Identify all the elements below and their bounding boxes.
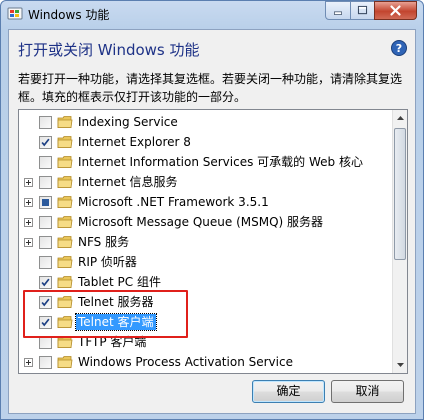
minimize-icon xyxy=(334,11,342,15)
feature-row[interactable]: RIP 侦听器 xyxy=(19,252,392,272)
feature-label: NFS 服务 xyxy=(78,235,130,249)
windows-features-dialog: Windows 功能 打开或关闭 Windows 功能 ? 若要打开一种功能，请… xyxy=(0,0,424,420)
feature-label: Internet Explorer 8 xyxy=(78,135,191,149)
folder-icon xyxy=(57,215,73,229)
feature-row[interactable]: Internet Information Services 可承载的 Web 核… xyxy=(19,152,392,172)
folder-icon xyxy=(57,255,73,269)
feature-row[interactable]: Indexing Service xyxy=(19,112,392,132)
title-bar[interactable]: Windows 功能 xyxy=(1,1,423,29)
instructions-text: 若要打开一种功能，请选择其复选框。若要关闭一种功能，请清除其复选框。填充的框表示… xyxy=(18,72,403,104)
feature-checkbox[interactable] xyxy=(39,196,52,209)
feature-label: Internet Information Services 可承载的 Web 核… xyxy=(78,155,363,169)
expand-plus-icon[interactable] xyxy=(24,178,33,187)
expand-plus-icon[interactable] xyxy=(24,218,33,227)
folder-icon xyxy=(57,175,73,189)
feature-checkbox[interactable] xyxy=(39,116,52,129)
minimize-button[interactable] xyxy=(325,1,351,20)
feature-label: Tablet PC 组件 xyxy=(78,275,161,289)
maximize-icon xyxy=(357,5,368,15)
feature-checkbox[interactable] xyxy=(39,356,52,369)
feature-label: RIP 侦听器 xyxy=(78,255,137,269)
scrollbar-thumb[interactable] xyxy=(394,128,406,260)
folder-icon xyxy=(57,135,73,149)
feature-label: Windows Process Activation Service xyxy=(78,355,293,369)
folder-icon xyxy=(57,115,73,129)
feature-checkbox[interactable] xyxy=(39,256,52,269)
scroll-down-icon[interactable] xyxy=(393,356,408,373)
feature-checkbox[interactable] xyxy=(39,216,52,229)
feature-checkbox[interactable] xyxy=(39,176,52,189)
close-button[interactable] xyxy=(374,1,417,20)
maximize-button[interactable] xyxy=(350,1,375,20)
feature-checkbox[interactable] xyxy=(39,276,52,289)
window-controls xyxy=(325,1,417,21)
feature-label: Microsoft Message Queue (MSMQ) 服务器 xyxy=(78,215,324,229)
feature-row[interactable]: Tablet PC 组件 xyxy=(19,272,392,292)
windows-features-icon xyxy=(7,7,23,20)
close-icon xyxy=(390,5,401,16)
svg-text:?: ? xyxy=(396,42,402,55)
expand-plus-icon[interactable] xyxy=(24,238,33,247)
feature-row[interactable]: Microsoft Message Queue (MSMQ) 服务器 xyxy=(19,212,392,232)
feature-checkbox[interactable] xyxy=(39,156,52,169)
feature-row[interactable]: Microsoft .NET Framework 3.5.1 xyxy=(19,192,392,212)
folder-icon xyxy=(57,275,73,289)
feature-checkbox[interactable] xyxy=(39,136,52,149)
scroll-up-icon[interactable] xyxy=(393,110,408,127)
dialog-body: 打开或关闭 Windows 功能 ? 若要打开一种功能，请选择其复选框。若要关闭… xyxy=(8,29,416,414)
feature-label: Indexing Service xyxy=(78,115,178,129)
feature-row[interactable]: Internet Explorer 8 xyxy=(19,132,392,152)
feature-row[interactable]: Internet 信息服务 xyxy=(19,172,392,192)
help-icon[interactable]: ? xyxy=(391,40,407,56)
feature-row[interactable]: Windows Process Activation Service xyxy=(19,352,392,372)
feature-label: Microsoft .NET Framework 3.5.1 xyxy=(78,195,269,209)
cancel-button[interactable]: 取消 xyxy=(331,380,404,403)
folder-icon xyxy=(57,195,73,209)
window-title: Windows 功能 xyxy=(28,8,110,22)
feature-checkbox[interactable] xyxy=(39,236,52,249)
expand-plus-icon[interactable] xyxy=(24,358,33,367)
page-title: 打开或关闭 Windows 功能 xyxy=(18,41,200,59)
folder-icon xyxy=(57,235,73,249)
annotation-highlight-box xyxy=(23,290,188,338)
feature-label: Internet 信息服务 xyxy=(78,175,178,189)
feature-row[interactable]: NFS 服务 xyxy=(19,232,392,252)
expand-plus-icon[interactable] xyxy=(24,198,33,207)
folder-icon xyxy=(57,155,73,169)
ok-button[interactable]: 确定 xyxy=(252,380,325,403)
vertical-scrollbar[interactable] xyxy=(392,110,408,373)
folder-icon xyxy=(57,355,73,369)
